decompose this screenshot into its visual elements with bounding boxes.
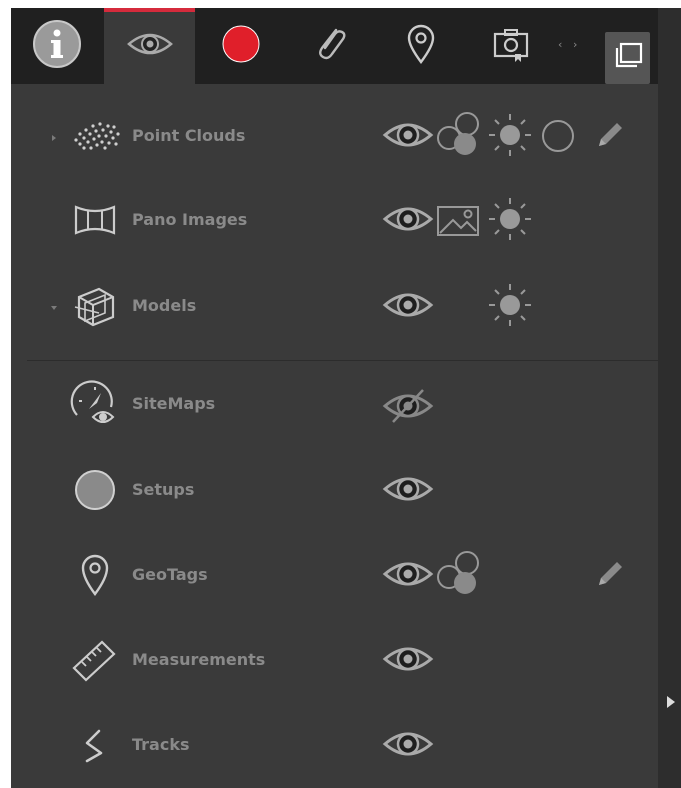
point-cloud-icon [67,112,123,160]
layer-row-geotags: GeoTags [11,535,658,615]
visibility-off-eye-icon[interactable] [381,386,435,426]
layer-row-point-clouds: Point Clouds [11,96,658,176]
color-mode-circles-icon[interactable] [435,110,485,160]
side-panel-strip [658,8,681,788]
layer-row-sitemaps: SiteMaps [11,364,658,444]
tab-record[interactable] [196,8,286,84]
layer-label: Tracks [132,735,190,754]
layer-row-setups: Setups [11,450,658,530]
visibility-toggle-eye-icon[interactable] [381,557,435,591]
info-icon [31,18,83,74]
visibility-toggle-eye-icon[interactable] [381,118,435,152]
transparency-circle-icon[interactable] [540,118,576,154]
layer-label: Setups [132,480,195,499]
tab-visibility[interactable] [104,8,195,84]
expand-arrow-icon[interactable] [49,128,59,141]
layer-row-measurements: Measurements [11,620,658,700]
visibility-toggle-eye-icon[interactable] [381,288,435,322]
map-pin-icon [406,24,436,68]
window-icon [611,40,645,76]
tab-info[interactable] [11,8,103,84]
expand-panel-arrow-icon[interactable] [666,694,676,713]
paperclip-icon [314,24,348,68]
eye-icon [126,30,174,62]
toolbar-tabs: ‹ › [11,8,658,84]
model-cube-icon [67,282,123,330]
section-divider [27,360,658,361]
layer-label: Measurements [132,650,266,669]
collapse-arrow-icon[interactable] [49,298,59,310]
layer-label: Models [132,296,197,315]
brightness-sun-icon[interactable] [487,196,533,242]
tab-attachment[interactable] [286,8,376,84]
layer-label: Pano Images [132,210,248,229]
color-mode-circles-icon[interactable] [435,549,485,599]
panel-toggle-button[interactable] [605,32,650,84]
tab-location[interactable] [376,8,466,84]
layer-row-tracks: Tracks [11,705,658,785]
visibility-toggle-eye-icon[interactable] [381,472,435,506]
scroll-tabs-right-icon[interactable]: › [573,38,577,51]
visibility-toggle-eye-icon[interactable] [381,202,435,236]
layer-label: Point Clouds [132,126,246,145]
layer-row-models: Models [11,266,658,346]
edit-pencil-icon[interactable] [593,118,627,152]
geotag-pin-icon [67,551,123,599]
setup-circle-icon [67,466,123,514]
edit-pencil-icon[interactable] [593,557,627,591]
brightness-sun-icon[interactable] [487,112,533,158]
camera-icon [491,24,531,68]
ruler-icon [67,636,123,684]
layer-label: SiteMaps [132,394,216,413]
visibility-toggle-eye-icon[interactable] [381,727,435,761]
tab-snapshot[interactable] [466,8,556,84]
image-display-icon[interactable] [435,204,481,238]
layers-panel: ‹ › Point Clouds Pano Images Models Site… [11,8,658,788]
panorama-icon [67,196,123,244]
scroll-tabs-left-icon[interactable]: ‹ [558,38,562,51]
layer-label: GeoTags [132,565,208,584]
brightness-sun-icon[interactable] [487,282,533,328]
visibility-toggle-eye-icon[interactable] [381,642,435,676]
sitemap-icon [67,380,123,428]
record-icon [221,24,261,68]
layer-row-pano-images: Pano Images [11,180,658,260]
track-icon [67,721,123,769]
